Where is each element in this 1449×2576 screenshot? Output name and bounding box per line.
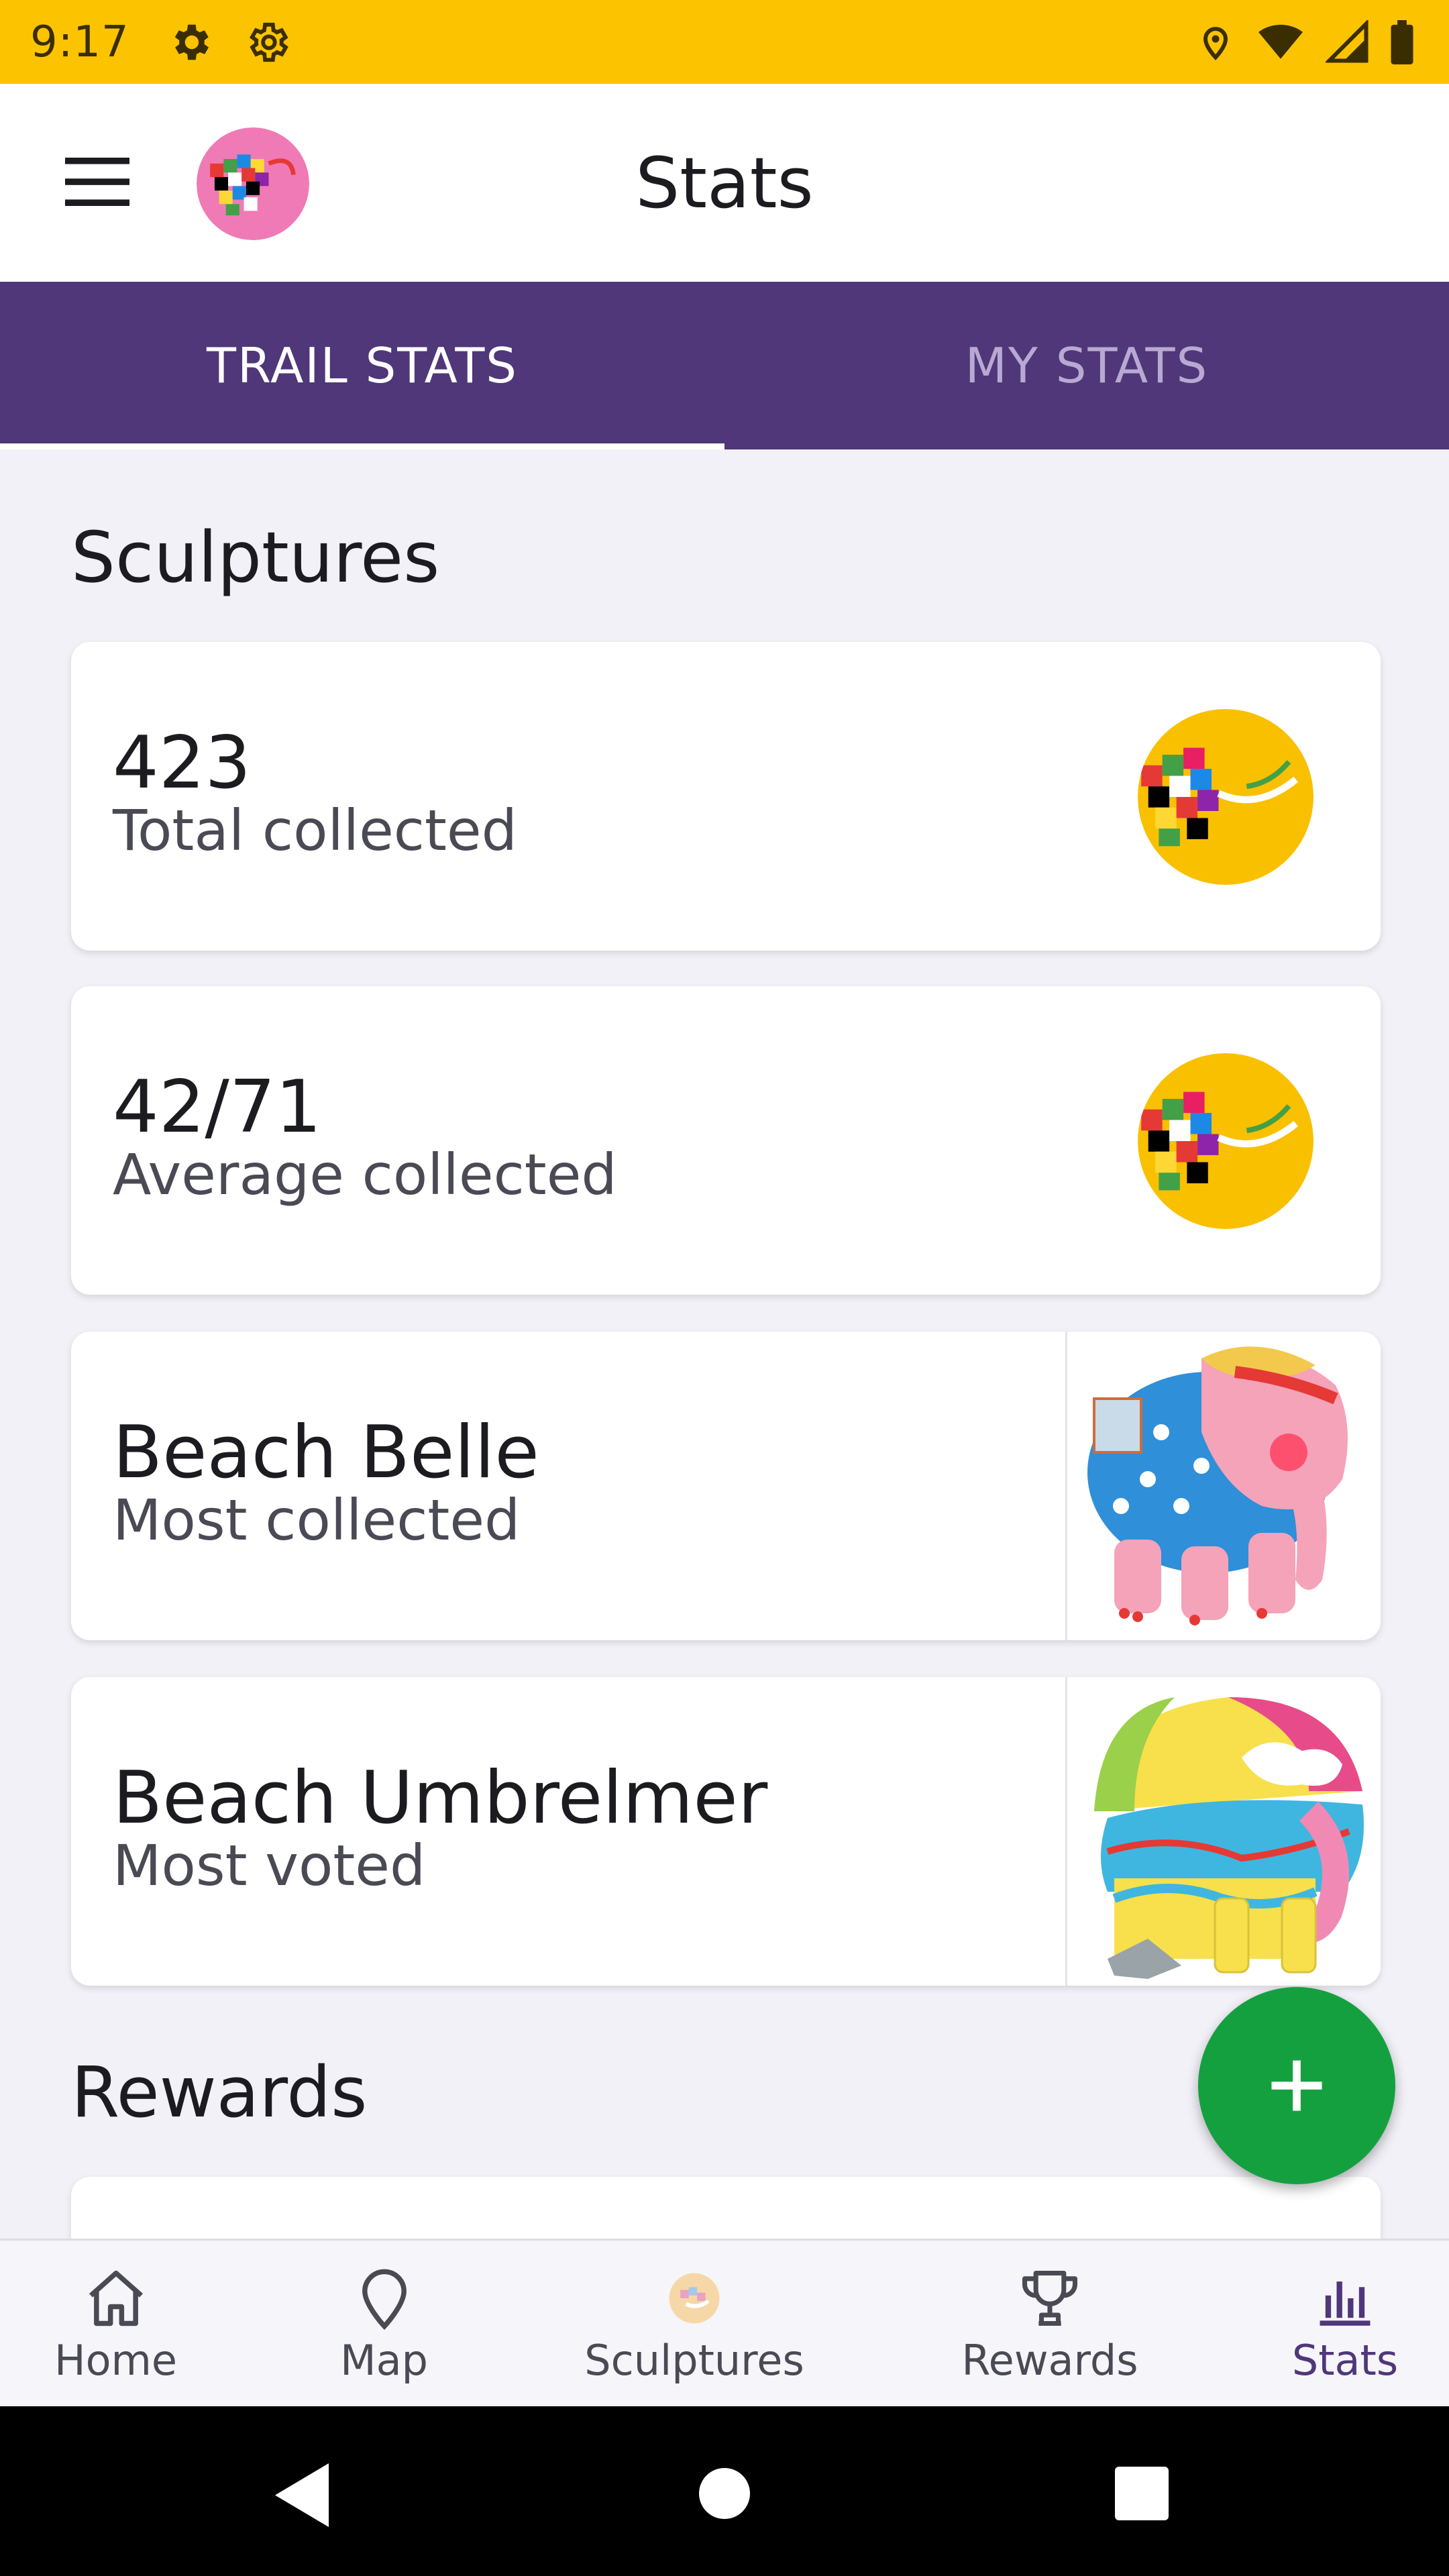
recents-icon[interactable] bbox=[1115, 2467, 1169, 2520]
stat-card-average-collected[interactable]: 42/71 Average collected bbox=[71, 986, 1381, 1295]
nav-label: Rewards bbox=[961, 2335, 1138, 2385]
page-title: Stats bbox=[635, 142, 814, 224]
elephant-badge-icon bbox=[1138, 709, 1313, 885]
gear-outline-icon bbox=[249, 22, 288, 62]
status-icons bbox=[1195, 0, 1415, 84]
plus-icon bbox=[1271, 2060, 1322, 2111]
home-circle-icon[interactable] bbox=[698, 2467, 751, 2520]
beach-umbrelmer-sculpture bbox=[1065, 1677, 1381, 1986]
nav-item-stats[interactable]: Stats bbox=[1268, 2241, 1422, 2408]
wifi-icon bbox=[1258, 24, 1303, 59]
app-bar: Stats bbox=[0, 84, 1449, 282]
bottom-navigation: Home Map Sculptures Rewards Stats bbox=[0, 2239, 1449, 2406]
section-title-rewards: Rewards bbox=[71, 2051, 368, 2133]
status-time: 9:17 bbox=[30, 17, 129, 67]
status-bar: 9:17 bbox=[0, 0, 1449, 84]
nav-item-sculptures[interactable]: Sculptures bbox=[577, 2241, 812, 2408]
add-button[interactable] bbox=[1198, 1987, 1395, 2184]
stat-value: Beach Umbrelmer bbox=[113, 1756, 768, 1840]
tab-trail-stats[interactable]: TRAIL STATS bbox=[0, 282, 724, 449]
nav-label: Home bbox=[54, 2335, 178, 2385]
section-title-sculptures: Sculptures bbox=[71, 517, 440, 598]
elephant-badge-icon bbox=[1138, 1053, 1313, 1229]
stat-value: 423 bbox=[113, 721, 252, 805]
battery-icon bbox=[1391, 19, 1413, 64]
stat-card-most-voted[interactable]: Beach Umbrelmer Most voted bbox=[71, 1677, 1381, 1986]
system-navigation-bar bbox=[0, 2406, 1449, 2576]
bar-chart-icon bbox=[1320, 2281, 1371, 2326]
signal-icon bbox=[1326, 19, 1368, 63]
stat-card-most-collected[interactable]: Beach Belle Most collected bbox=[71, 1332, 1381, 1640]
trophy-icon bbox=[1022, 2270, 1078, 2326]
stat-card-total-collected[interactable]: 423 Total collected bbox=[71, 642, 1381, 951]
stat-label: Total collected bbox=[113, 798, 517, 863]
stat-label: Most voted bbox=[113, 1833, 426, 1898]
beach-belle-sculpture bbox=[1065, 1332, 1381, 1640]
tab-my-stats[interactable]: MY STATS bbox=[724, 282, 1449, 449]
nav-label: Stats bbox=[1291, 2335, 1399, 2385]
nav-label: Sculptures bbox=[584, 2335, 804, 2385]
tab-bar: TRAIL STATS MY STATS bbox=[0, 282, 1449, 449]
location-icon bbox=[1203, 26, 1228, 60]
back-icon[interactable] bbox=[275, 2463, 332, 2527]
stat-label: Most collected bbox=[113, 1487, 521, 1553]
sculpture-icon bbox=[669, 2273, 720, 2323]
nav-item-home[interactable]: Home bbox=[34, 2241, 198, 2408]
home-icon bbox=[89, 2270, 143, 2326]
map-pin-icon bbox=[362, 2269, 407, 2330]
gear-icon bbox=[174, 24, 209, 60]
nav-item-map[interactable]: Map bbox=[302, 2241, 466, 2408]
stat-label: Average collected bbox=[113, 1142, 617, 1208]
nav-label: Map bbox=[340, 2335, 428, 2385]
stat-value: Beach Belle bbox=[113, 1411, 539, 1495]
stat-value: 42/71 bbox=[113, 1065, 322, 1149]
nav-item-rewards[interactable]: Rewards bbox=[939, 2241, 1161, 2408]
